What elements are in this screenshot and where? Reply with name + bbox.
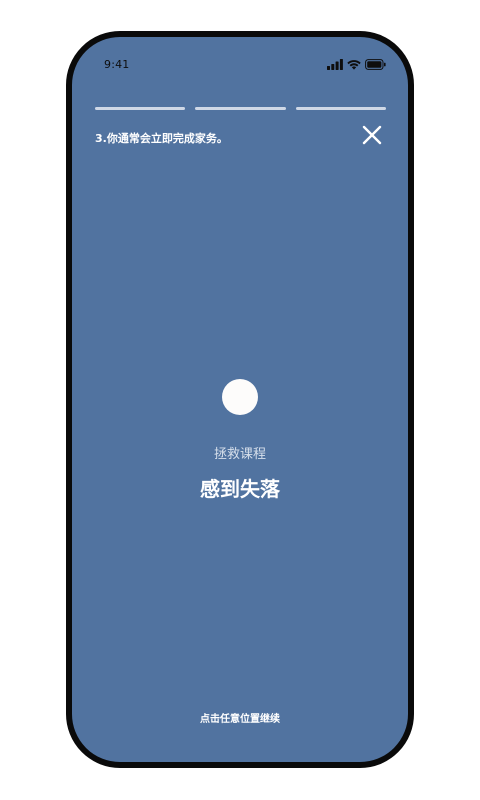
progress-segment xyxy=(195,107,286,110)
circle-icon xyxy=(222,379,258,415)
progress-segment xyxy=(295,107,386,110)
progress-segment xyxy=(95,107,186,110)
wifi-icon xyxy=(347,59,361,70)
question-text: 3.你通常会立即完成家务。 xyxy=(95,132,228,145)
status-time: 9:41 xyxy=(104,58,130,71)
signal-icon xyxy=(327,58,343,70)
lesson-title: 感到失落 xyxy=(200,477,280,501)
status-icons xyxy=(327,58,386,70)
lesson-subtitle: 拯救课程 xyxy=(213,447,266,462)
close-icon xyxy=(362,125,382,145)
progress-bar xyxy=(95,107,386,111)
close-button[interactable] xyxy=(360,123,384,147)
continue-hint[interactable]: 点击任意位置继续 xyxy=(72,710,408,725)
battery-icon xyxy=(365,58,386,70)
status-bar: 9:41 xyxy=(72,37,408,87)
phone-frame: 9:41 3.你通常会立即完成家务。 拯救课程 感到失落 点击任意位置继续 xyxy=(66,31,414,768)
